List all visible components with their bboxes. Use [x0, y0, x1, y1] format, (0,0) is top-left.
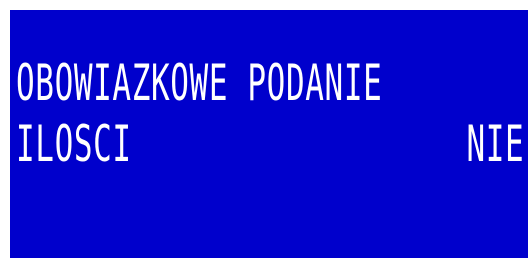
lcd-line-2: ILOSCI NIE [10, 118, 528, 170]
lcd-display-screen: OBOWIAZKOWE PODANIE ILOSCI NIE [10, 10, 528, 258]
setting-title: OBOWIAZKOWE PODANIE [16, 54, 383, 112]
setting-label: ILOSCI [16, 115, 132, 173]
lcd-line-1: OBOWIAZKOWE PODANIE [10, 57, 528, 109]
setting-value: NIE [466, 115, 524, 173]
